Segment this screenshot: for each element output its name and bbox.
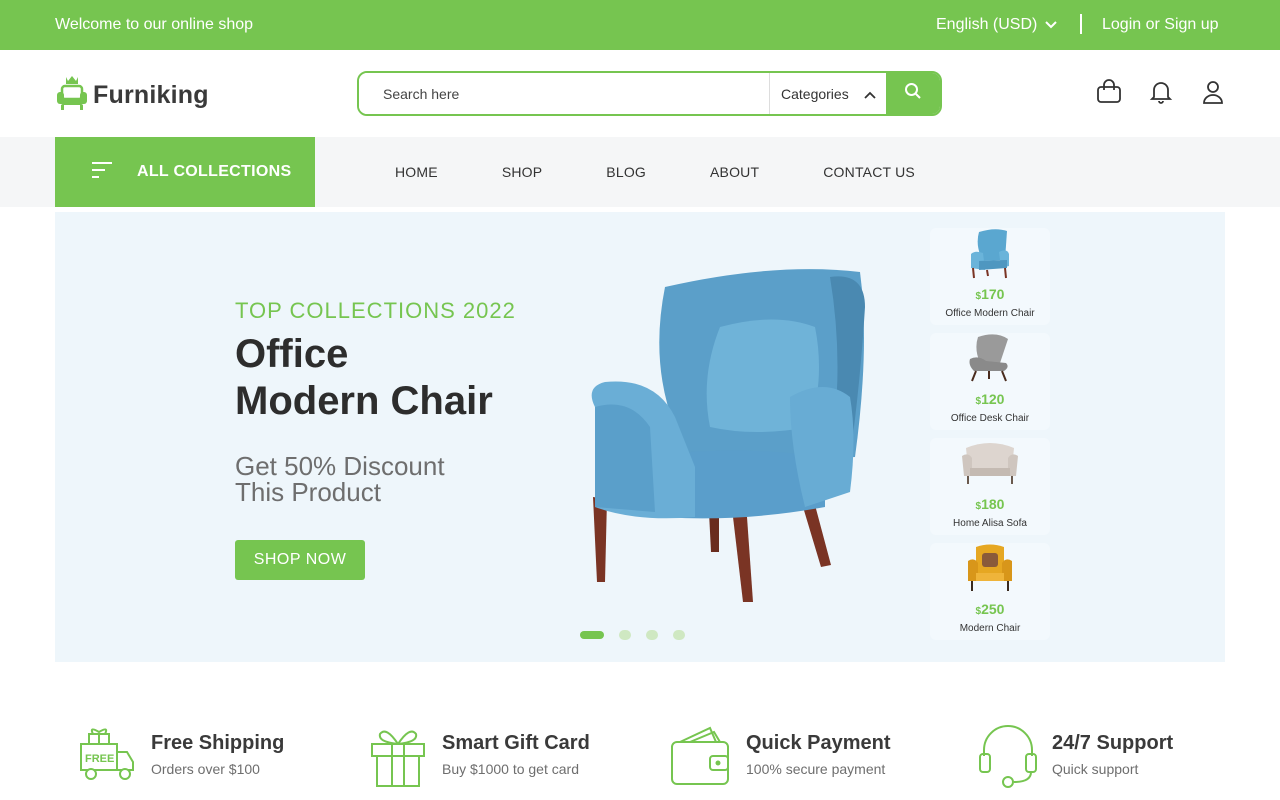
- feature-title: 24/7 Support: [1052, 732, 1174, 754]
- topbar-divider: [1080, 14, 1082, 34]
- hero-subtitle-line1: Get 50% Discount: [235, 451, 445, 481]
- language-label: English (USD): [936, 16, 1038, 33]
- navbar: ALL COLLECTIONS HOME SHOP BLOG ABOUT CON…: [0, 137, 1280, 207]
- hero-title-line1: Office: [235, 332, 349, 376]
- chevron-up-icon: [864, 86, 876, 102]
- svg-text:FREE: FREE: [85, 753, 114, 765]
- welcome-text: Welcome to our online shop: [55, 16, 254, 33]
- feature-subtitle: Orders over $100: [151, 761, 260, 777]
- feature-text: Free Shipping Orders over $100: [151, 722, 284, 777]
- feature-text: 24/7 Support Quick support: [1052, 722, 1173, 777]
- header: Furniking Categories: [0, 50, 1280, 137]
- slider-dots: [580, 630, 685, 640]
- feature-subtitle: Buy $1000 to get card: [442, 761, 579, 777]
- categories-dropdown[interactable]: Categories: [769, 73, 886, 114]
- product-thumb[interactable]: $180 Home Alisa Sofa: [930, 438, 1050, 535]
- feature-free-shipping: FREE Free Shipping Orders over $100: [75, 722, 284, 787]
- product-price: $250: [975, 601, 1005, 617]
- nav-home[interactable]: HOME: [395, 164, 438, 180]
- user-icon[interactable]: [1200, 79, 1226, 105]
- hero-kicker: TOP COLLECTIONS 2022: [235, 298, 516, 323]
- product-thumbnails: $170 Office Modern Chair $120 Office Des…: [930, 228, 1050, 648]
- shop-now-button[interactable]: SHOP NOW: [235, 540, 365, 580]
- armchair-logo-icon: [55, 73, 89, 118]
- product-thumb[interactable]: $120 Office Desk Chair: [930, 333, 1050, 430]
- feature-title: Quick Payment: [746, 732, 891, 754]
- feature-text: Quick Payment 100% secure payment: [746, 722, 891, 777]
- product-price: $180: [975, 496, 1005, 512]
- nav-about[interactable]: ABOUT: [710, 164, 759, 180]
- armchair-image: [971, 229, 1009, 279]
- logo[interactable]: Furniking: [55, 73, 209, 118]
- feature-subtitle: Quick support: [1052, 761, 1139, 777]
- search-bar: Categories: [357, 71, 942, 116]
- product-name: Home Alisa Sofa: [953, 518, 1027, 529]
- slider-dot-2[interactable]: [619, 630, 631, 640]
- feature-gift-card: Smart Gift Card Buy $1000 to get card: [368, 722, 590, 793]
- product-name: Office Desk Chair: [950, 413, 1030, 424]
- menu-icon: [91, 161, 113, 184]
- search-icon: [904, 82, 922, 105]
- language-selector[interactable]: English (USD): [936, 16, 1058, 34]
- slider-dot-1[interactable]: [580, 631, 604, 639]
- search-input[interactable]: [359, 73, 769, 114]
- all-collections-label: ALL COLLECTIONS: [137, 163, 292, 180]
- feature-quick-payment: Quick Payment 100% secure payment: [670, 722, 891, 791]
- hero-subtitle-line2: This Product: [235, 477, 381, 507]
- slider-dot-4[interactable]: [673, 630, 685, 640]
- gift-icon: [368, 722, 428, 793]
- product-name: Office Modern Chair: [945, 308, 1035, 319]
- search-button[interactable]: [886, 73, 940, 114]
- product-thumb[interactable]: $170 Office Modern Chair: [930, 228, 1050, 325]
- nav-shop[interactable]: SHOP: [502, 164, 542, 180]
- header-icons: [1096, 79, 1226, 105]
- wallet-icon: [670, 722, 732, 791]
- feature-title: Smart Gift Card: [442, 732, 590, 754]
- nav-blog[interactable]: BLOG: [606, 164, 646, 180]
- cart-icon[interactable]: [1096, 79, 1122, 105]
- bell-icon[interactable]: [1148, 79, 1174, 105]
- product-name: Modern Chair: [959, 623, 1021, 634]
- logo-text: Furniking: [93, 81, 209, 109]
- feature-text: Smart Gift Card Buy $1000 to get card: [442, 722, 590, 777]
- chevron-down-icon: [1045, 16, 1058, 34]
- headset-icon: [978, 722, 1038, 793]
- nav-contact[interactable]: CONTACT US: [823, 164, 915, 180]
- feature-support: 24/7 Support Quick support: [978, 722, 1173, 793]
- feature-title: Free Shipping: [151, 732, 285, 754]
- product-price: $170: [975, 286, 1005, 302]
- top-bar: Welcome to our online shop English (USD)…: [0, 0, 1280, 50]
- login-signup-link[interactable]: Login or Sign up: [1102, 16, 1219, 34]
- hero-armchair-image: [575, 267, 875, 612]
- truck-icon: FREE: [75, 722, 137, 787]
- feature-subtitle: 100% secure payment: [746, 761, 886, 777]
- hero-banner: TOP COLLECTIONS 2022 Office Modern Chair…: [55, 212, 1225, 662]
- yellow-chair-image: [968, 544, 1012, 591]
- sofa-image: [962, 443, 1018, 484]
- product-price: $120: [975, 391, 1005, 407]
- categories-label: Categories: [781, 85, 849, 102]
- hero-title-line2: Modern Chair: [235, 379, 493, 423]
- main-menu: HOME SHOP BLOG ABOUT CONTACT US: [395, 164, 979, 180]
- slider-dot-3[interactable]: [646, 630, 658, 640]
- features-strip: FREE Free Shipping Orders over $100 Smar…: [0, 722, 1280, 800]
- desk-chair-image: [969, 334, 1008, 382]
- product-thumb[interactable]: $250 Modern Chair: [930, 543, 1050, 640]
- all-collections-button[interactable]: ALL COLLECTIONS: [55, 137, 315, 207]
